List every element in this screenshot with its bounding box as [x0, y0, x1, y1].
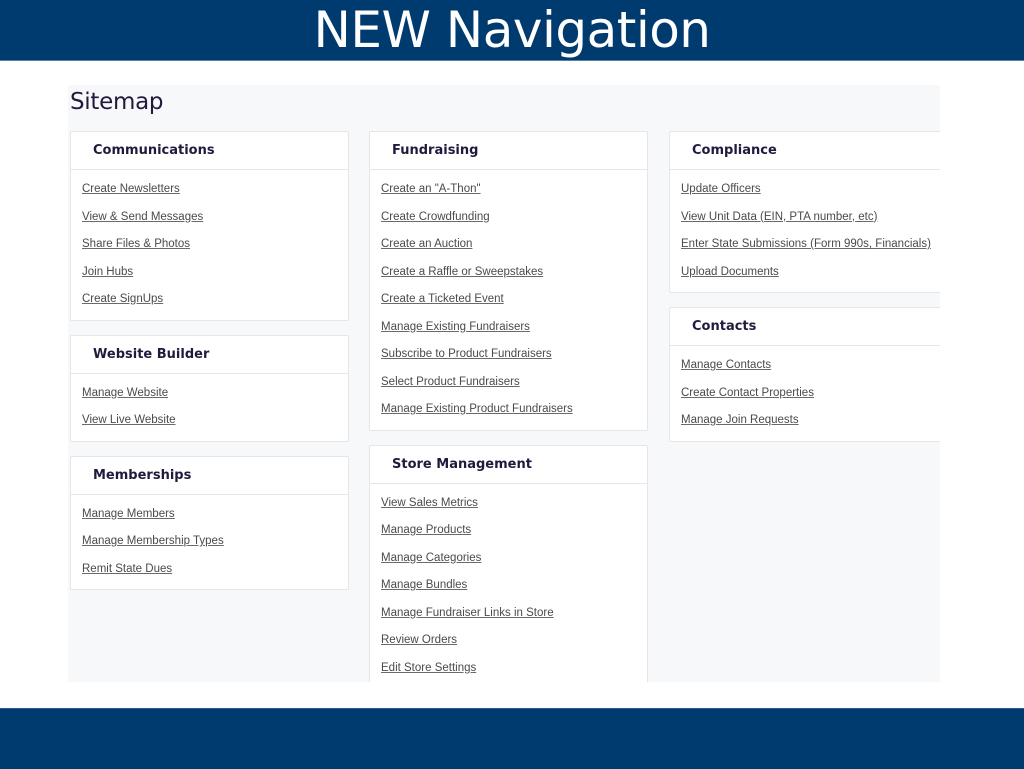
section-title: Memberships	[93, 467, 192, 483]
link-manage-existing-product-fundraisers[interactable]: Manage Existing Product Fundraisers	[381, 396, 647, 424]
link-view-sales-metrics[interactable]: View Sales Metrics	[381, 490, 647, 518]
link-view-live-website[interactable]: View Live Website	[82, 407, 348, 435]
link-review-orders[interactable]: Review Orders	[381, 627, 647, 655]
section-website-builder: Website Builder Manage Website View Live…	[70, 334, 349, 442]
sitemap-column-2: Fundraising Create an "A-Thon" Create Cr…	[369, 131, 648, 682]
link-view-unit-data[interactable]: View Unit Data (EIN, PTA number, etc)	[681, 204, 940, 232]
link-manage-existing-fundraisers[interactable]: Manage Existing Fundraisers	[381, 314, 647, 342]
section-title: Communications	[93, 143, 215, 158]
section-fundraising: Fundraising Create an "A-Thon" Create Cr…	[369, 131, 648, 431]
link-select-product-fundraisers[interactable]: Select Product Fundraisers	[381, 369, 647, 397]
section-title: Store Management	[392, 456, 532, 472]
slide-title-bar: NEW Navigation	[0, 0, 1024, 61]
link-manage-categories[interactable]: Manage Categories	[381, 545, 647, 573]
link-create-newsletters[interactable]: Create Newsletters	[82, 176, 348, 204]
link-create-signups[interactable]: Create SignUps	[82, 286, 348, 314]
link-manage-bundles[interactable]: Manage Bundles	[381, 572, 647, 600]
link-manage-fundraiser-links[interactable]: Manage Fundraiser Links in Store	[381, 600, 647, 628]
link-create-athon[interactable]: Create an "A-Thon"	[381, 176, 647, 204]
link-create-contact-properties[interactable]: Create Contact Properties	[681, 380, 940, 408]
section-title: Contacts	[692, 319, 757, 334]
link-remit-state-dues[interactable]: Remit State Dues	[82, 556, 348, 584]
link-create-ticketed-event[interactable]: Create a Ticketed Event	[381, 286, 647, 314]
section-store-management: Store Management View Sales Metrics Mana…	[369, 444, 648, 683]
section-title: Website Builder	[93, 346, 210, 362]
slide-title: NEW Navigation	[313, 1, 711, 59]
link-update-officers[interactable]: Update Officers	[681, 176, 940, 204]
link-manage-join-requests[interactable]: Manage Join Requests	[681, 407, 940, 435]
sitemap-column-3: Compliance Update Officers View Unit Dat…	[669, 131, 940, 456]
link-subscribe-product-fundraisers[interactable]: Subscribe to Product Fundraisers	[381, 341, 647, 369]
link-create-crowdfunding[interactable]: Create Crowdfunding	[381, 204, 647, 232]
link-manage-members[interactable]: Manage Members	[82, 501, 348, 529]
sitemap-screenshot: Sitemap Communications Create Newsletter…	[68, 85, 940, 682]
link-view-send-messages[interactable]: View & Send Messages	[82, 204, 348, 232]
link-share-files-photos[interactable]: Share Files & Photos	[82, 231, 348, 259]
slide-footer-bar	[0, 708, 1024, 769]
link-join-hubs[interactable]: Join Hubs	[82, 259, 348, 287]
link-enter-state-submissions[interactable]: Enter State Submissions (Form 990s, Fina…	[681, 231, 940, 259]
link-create-auction[interactable]: Create an Auction	[381, 231, 647, 259]
section-compliance: Compliance Update Officers View Unit Dat…	[669, 131, 940, 293]
link-manage-contacts[interactable]: Manage Contacts	[681, 352, 940, 380]
section-contacts: Contacts Manage Contacts Create Contact …	[669, 307, 940, 442]
section-memberships: Memberships Manage Members Manage Member…	[70, 455, 349, 590]
page-title: Sitemap	[70, 89, 164, 115]
link-manage-website[interactable]: Manage Website	[82, 380, 348, 408]
section-title: Fundraising	[392, 143, 479, 158]
link-upload-documents[interactable]: Upload Documents	[681, 259, 940, 287]
link-edit-store-settings[interactable]: Edit Store Settings	[381, 655, 647, 683]
section-title: Compliance	[692, 143, 777, 158]
link-manage-membership-types[interactable]: Manage Membership Types	[82, 528, 348, 556]
sitemap-column-1: Communications Create Newsletters View &…	[70, 131, 349, 604]
link-create-raffle[interactable]: Create a Raffle or Sweepstakes	[381, 259, 647, 287]
link-manage-products[interactable]: Manage Products	[381, 517, 647, 545]
section-communications: Communications Create Newsletters View &…	[70, 131, 349, 321]
